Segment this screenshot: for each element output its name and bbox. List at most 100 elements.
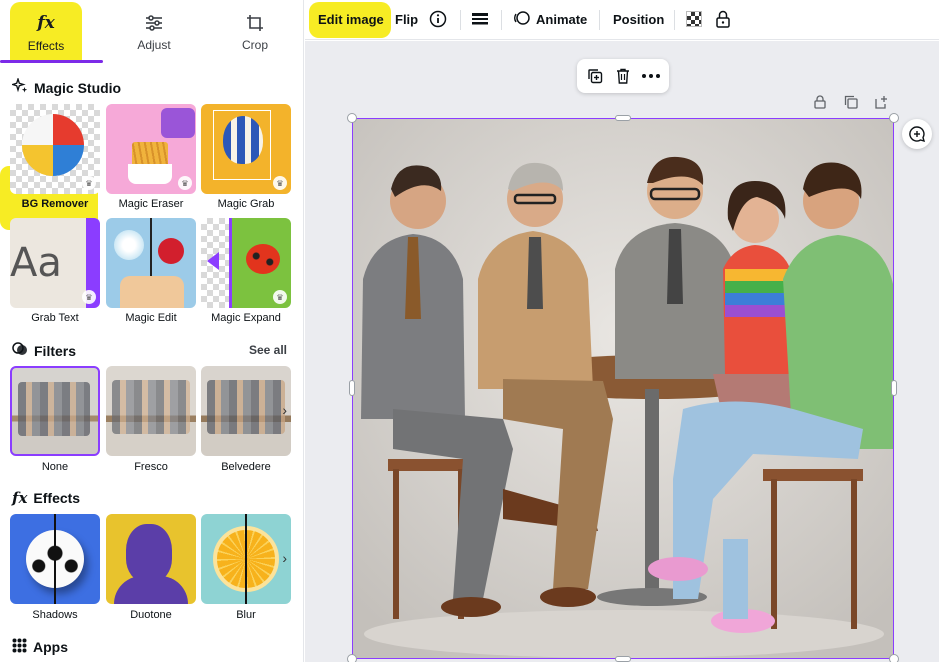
magic-edit-label: Magic Edit [125,312,177,324]
fries-image [126,142,174,186]
filter-thumbnail-image [207,380,285,434]
filter-none-tile[interactable] [10,366,100,456]
floating-action-bar [577,59,669,93]
apps-heading: Apps [12,638,68,656]
effect-blur-tile[interactable] [201,514,291,604]
grab-text-tile[interactable]: Aa ♛ [10,218,100,308]
filter-thumbnail-image [112,380,190,434]
text-aa-image: Aa [10,240,62,286]
pro-crown-icon: ♛ [273,290,287,304]
resize-handle-top-left[interactable] [347,113,357,123]
magic-edit-tile[interactable] [106,218,196,308]
toolbar-divider [599,10,600,30]
bg-remover-label: BG Remover [21,198,89,210]
resize-handle-right[interactable] [891,380,897,396]
split-divider [245,514,247,604]
magic-grab-label: Magic Grab [217,198,275,210]
pro-crown-icon: ♛ [273,176,287,190]
magic-expand-tile[interactable]: ♛ [201,218,291,308]
panel-tabs: fx Effects Adjust Crop [0,0,304,63]
pro-crown-icon: ♛ [178,176,192,190]
pro-crown-icon: ♛ [82,290,96,304]
page-duplicate-icon[interactable] [843,94,859,110]
crop-icon [209,12,301,34]
apps-grid-icon [12,638,27,656]
resize-handle-bottom[interactable] [615,656,631,662]
selected-image[interactable] [352,118,894,659]
selection-box [213,110,271,180]
portrait-image [126,524,172,582]
more-options-icon[interactable] [641,66,661,86]
toolbar-divider [501,10,502,30]
page-lock-icon[interactable] [812,94,828,110]
add-comment-icon[interactable] [902,119,932,149]
bg-remover-tile[interactable]: ♛ [10,104,100,194]
position-button[interactable]: Position [613,0,664,38]
effect-shadows-tile[interactable] [10,514,100,604]
animate-button[interactable]: Animate [513,0,587,38]
beach-ball-image [22,114,84,176]
animate-icon [513,10,531,29]
sliders-icon [108,12,200,34]
rose-image [158,238,184,264]
flowers-image [114,230,144,260]
grab-text-label: Grab Text [31,312,79,324]
filter-belvedere-label: Belvedere [221,461,271,473]
hands-image [120,276,184,308]
pro-crown-icon: ♛ [82,176,96,190]
filter-none-label: None [41,461,69,473]
duplicate-icon[interactable] [585,66,605,86]
magic-studio-heading: Magic Studio [10,76,121,97]
filter-belvedere-tile[interactable] [201,366,291,456]
tab-label: Effects [27,39,65,53]
effect-blur-label: Blur [236,609,256,621]
filters-see-all-link[interactable]: See all [249,343,287,357]
filters-heading: Filters [12,341,76,360]
magic-expand-label: Magic Expand [211,312,281,324]
magic-eraser-label: Magic Eraser [118,198,184,210]
info-icon[interactable] [429,0,447,38]
eraser-path [161,108,195,138]
filter-fresco-label: Fresco [134,461,168,473]
group-photo-illustration [353,119,893,658]
toolbar-divider [674,10,675,30]
tab-effects[interactable]: fx Effects [10,2,82,60]
resize-handle-bottom-right[interactable] [889,654,899,662]
effect-duotone-tile[interactable] [106,514,196,604]
active-tab-indicator [0,60,103,63]
top-toolbar: Edit image Flip Animate Position [305,0,939,40]
side-panel: fx Effects Adjust Crop Magic Studio ♛ ♛ … [0,0,304,662]
resize-handle-bottom-left[interactable] [347,654,357,662]
resize-handle-left[interactable] [349,380,355,396]
resize-handle-top[interactable] [615,115,631,121]
effect-duotone-label: Duotone [130,609,172,621]
sparkle-icon [10,76,28,97]
tab-adjust[interactable]: Adjust [108,0,200,62]
filter-fresco-tile[interactable] [106,366,196,456]
tab-label: Crop [241,38,268,52]
fx-icon: fx [37,13,55,33]
fx-icon: fx [12,489,28,507]
effect-shadows-label: Shadows [32,609,78,621]
add-page-icon[interactable] [873,94,889,110]
toolbar-divider [460,10,461,30]
filters-icon [12,341,28,360]
trash-icon[interactable] [613,66,633,86]
filter-thumbnail-image [18,382,90,436]
border-style-icon[interactable] [472,0,488,38]
split-divider [54,514,56,604]
tab-label: Adjust [137,38,171,52]
edit-image-button[interactable]: Edit image [318,0,384,38]
effects-scroll-right-icon[interactable]: › [282,550,287,566]
transparency-icon[interactable] [686,0,702,38]
flip-button[interactable]: Flip [395,0,418,38]
magic-grab-tile[interactable]: ♛ [201,104,291,194]
design-canvas[interactable] [305,41,939,662]
expand-arrow-icon [207,252,219,270]
portrait-shoulders [114,576,188,604]
resize-handle-top-right[interactable] [889,113,899,123]
magic-eraser-tile[interactable]: ♛ [106,104,196,194]
lock-icon[interactable] [716,0,730,38]
filters-scroll-right-icon[interactable]: › [282,402,287,418]
tab-crop[interactable]: Crop [209,0,301,62]
